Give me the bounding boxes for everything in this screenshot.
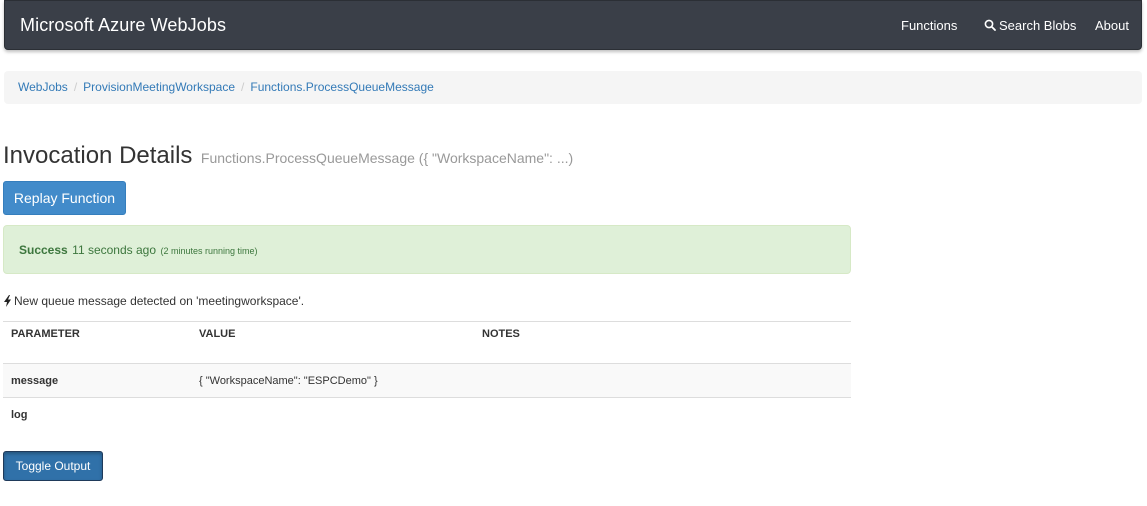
- page-title: Invocation Details: [3, 142, 193, 169]
- parameter-value: { "WorkspaceName": "ESPCDemo" }: [191, 363, 474, 398]
- status-alert: Success 11 seconds ago (2 minutes runnin…: [3, 225, 851, 274]
- nav-search-blobs-link[interactable]: Search Blobs: [984, 18, 1076, 33]
- status-label: Success: [19, 243, 68, 257]
- breadcrumb: WebJobs / ProvisionMeetingWorkspace / Functi…: [4, 71, 1142, 104]
- brand-link[interactable]: Microsoft Azure WebJobs: [20, 15, 226, 36]
- replay-function-button[interactable]: Replay Function: [3, 181, 126, 215]
- breadcrumb-item-job[interactable]: ProvisionMeetingWorkspace: [83, 80, 235, 94]
- status-duration: (2 minutes running time): [160, 246, 258, 256]
- breadcrumb-item-webjobs[interactable]: WebJobs: [18, 80, 68, 94]
- parameters-table: PARAMETER VALUE NOTES message { "Workspa…: [3, 321, 851, 432]
- column-header-parameter: PARAMETER: [3, 321, 191, 364]
- column-header-notes: NOTES: [474, 321, 851, 364]
- trigger-description: New queue message detected on 'meetingwo…: [3, 294, 304, 308]
- parameter-notes: [474, 363, 851, 398]
- toggle-output-button[interactable]: Toggle Output: [3, 451, 103, 481]
- top-navbar: Microsoft Azure WebJobs Functions Search…: [4, 0, 1142, 50]
- parameter-name: log: [3, 397, 191, 432]
- parameter-name: message: [3, 363, 191, 398]
- column-header-value: VALUE: [191, 321, 474, 364]
- nav-search-blobs-label: Search Blobs: [999, 18, 1077, 33]
- page-heading: Invocation Details Functions.ProcessQueu…: [3, 142, 573, 170]
- breadcrumb-separator: /: [73, 80, 78, 94]
- table-header-row: PARAMETER VALUE NOTES: [3, 321, 851, 364]
- page-subtitle: Functions.ProcessQueueMessage ({ "Worksp…: [200, 150, 574, 166]
- search-icon: [984, 19, 996, 31]
- parameter-value: [191, 397, 474, 432]
- breadcrumb-item-function[interactable]: Functions.ProcessQueueMessage: [250, 80, 433, 94]
- table-row: log: [3, 397, 851, 432]
- table-row: message { "WorkspaceName": "ESPCDemo" }: [3, 363, 851, 398]
- nav-about-link[interactable]: About: [1095, 18, 1129, 33]
- trigger-text: New queue message detected on 'meetingwo…: [14, 294, 305, 308]
- status-time: 11 seconds ago: [72, 243, 156, 257]
- breadcrumb-separator: /: [241, 80, 245, 94]
- nav-functions-link[interactable]: Functions: [901, 18, 957, 33]
- parameter-notes: [474, 397, 851, 432]
- bolt-icon: [4, 295, 11, 307]
